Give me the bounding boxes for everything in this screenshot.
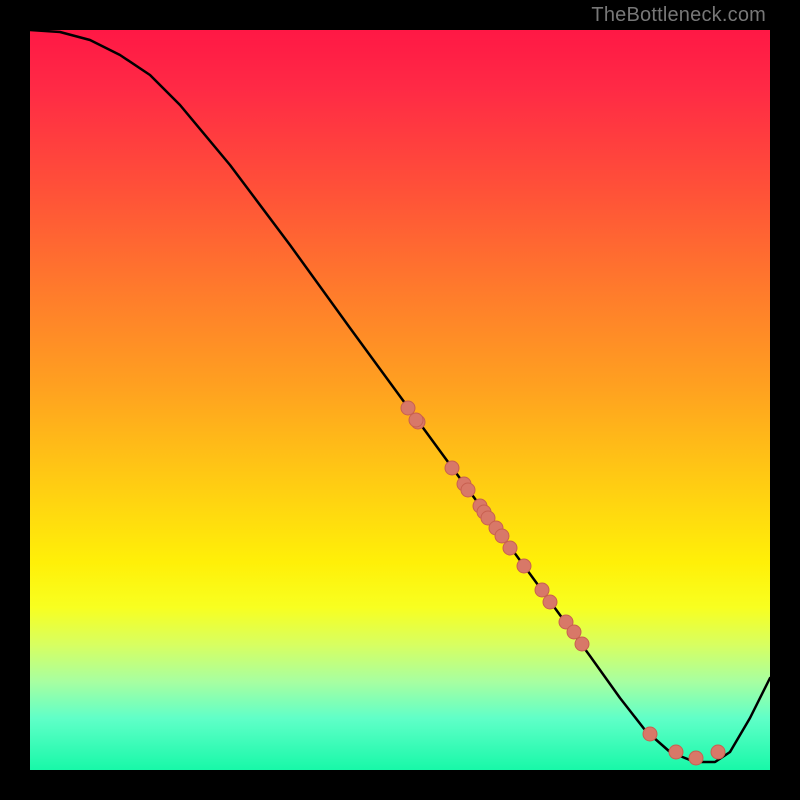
- chart-frame: TheBottleneck.com: [0, 0, 800, 800]
- data-dot: [401, 401, 415, 415]
- data-dot: [409, 413, 423, 427]
- data-dot: [711, 745, 725, 759]
- data-dot: [643, 727, 657, 741]
- data-dots: [401, 401, 725, 765]
- data-dot: [495, 529, 509, 543]
- data-dot: [503, 541, 517, 555]
- data-dot: [575, 637, 589, 651]
- data-dot: [543, 595, 557, 609]
- data-dot: [669, 745, 683, 759]
- chart-svg: [30, 30, 770, 770]
- plot-area: [30, 30, 770, 770]
- data-dot: [461, 483, 475, 497]
- bottleneck-curve: [30, 30, 770, 762]
- data-dot: [567, 625, 581, 639]
- data-dot: [689, 751, 703, 765]
- data-dot: [517, 559, 531, 573]
- data-dot: [535, 583, 549, 597]
- watermark-text: TheBottleneck.com: [591, 4, 766, 27]
- data-dot: [445, 461, 459, 475]
